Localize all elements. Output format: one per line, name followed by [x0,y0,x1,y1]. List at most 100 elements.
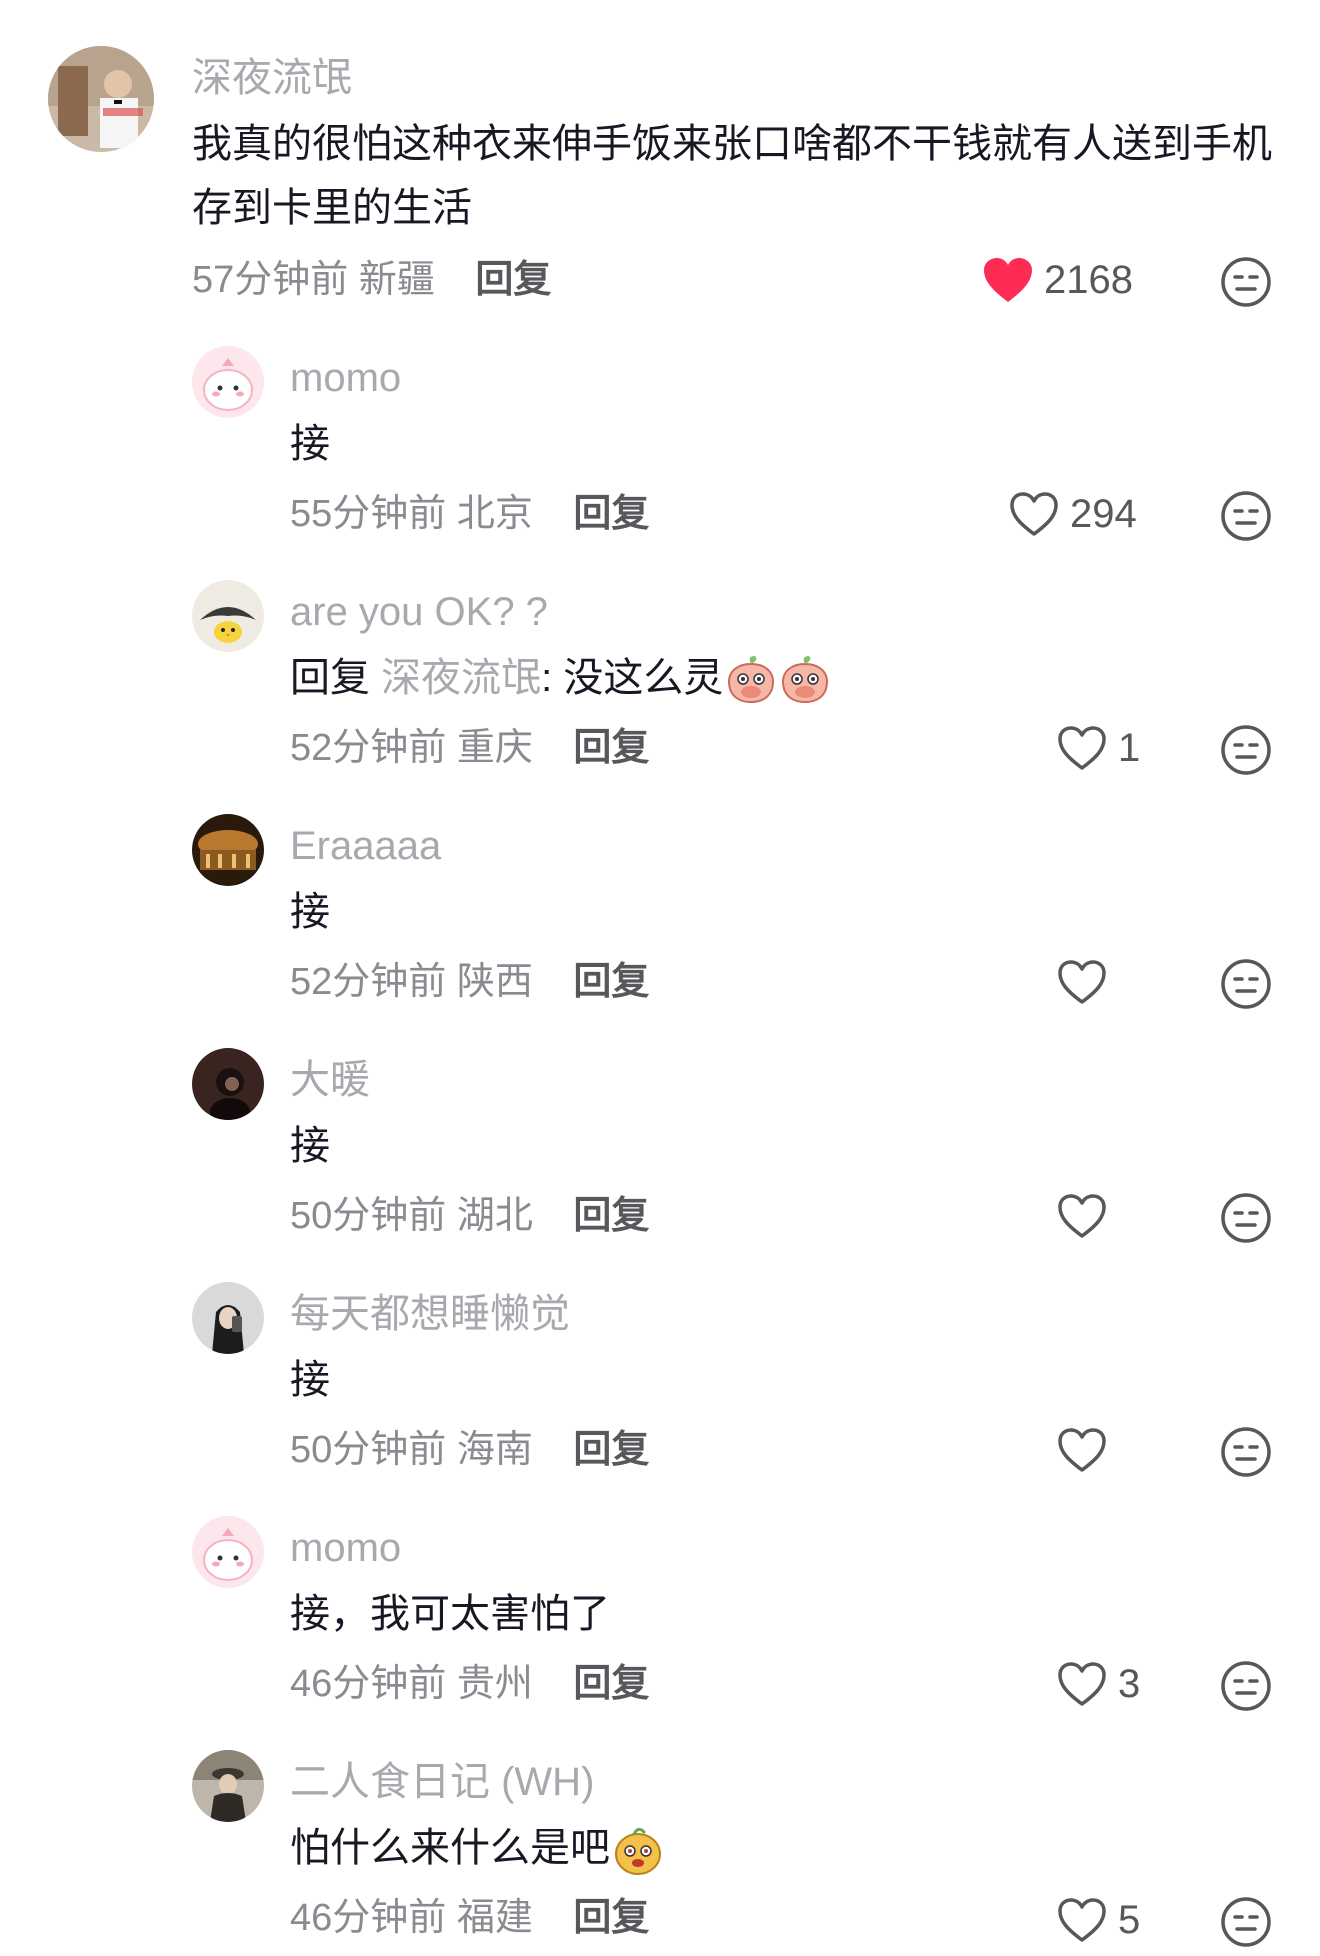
dislike-icon[interactable] [1220,1896,1272,1948]
like-count: 1 [1118,726,1141,770]
heart-outline-icon [1058,1428,1106,1472]
username[interactable]: 二人食日记 (WH) [290,1758,594,1806]
comment-location: 海南 [456,1429,533,1471]
heart-outline-icon [1058,960,1106,1004]
like-button[interactable]: 5 [1056,1896,1140,1944]
username[interactable]: momo [290,1524,401,1572]
avatar[interactable] [192,1516,264,1588]
comment-text: 接 [290,1124,330,1168]
comment-location: 福建 [456,1897,533,1939]
avatar[interactable] [192,1750,264,1822]
username[interactable]: 深夜流氓 [192,54,352,102]
comment-time: 46分钟前 [290,1897,447,1939]
reply-button[interactable]: 回复 [573,1195,649,1237]
username[interactable]: Eraaaaa [290,822,441,870]
reply-prefix: 回复 [290,656,370,700]
heart-outline-icon [1058,726,1106,770]
avatar[interactable] [192,1282,264,1354]
comment-time: 57分钟前 [192,259,349,301]
comment-item: momo 接 55分钟前 北京 回复 294 [0,320,1320,554]
comment-item: 每天都想睡懒觉 接 50分钟前 海南 回复 [0,1256,1320,1490]
comment-meta: 50分钟前 海南 回复 [290,1426,649,1474]
dislike-icon[interactable] [1220,1192,1272,1244]
dislike-icon[interactable] [1220,1426,1272,1478]
comment-text: 我真的很怕这种衣来伸手饭来张口啥都不干钱就有人送到手机存到卡里的生活 [192,122,1272,230]
comment-text: 回复 深夜流氓: 没这么灵 [290,646,831,710]
comment-location: 陕西 [456,961,533,1003]
heart-outline-icon [1058,1898,1106,1942]
peach-cover-mouth-emoji [728,656,775,704]
dislike-icon[interactable] [1220,490,1272,542]
comment-location: 北京 [456,493,533,535]
comment-location: 湖北 [456,1195,533,1237]
like-button[interactable]: 3 [1056,1660,1140,1708]
reply-button[interactable]: 回复 [573,493,649,535]
peach-cover-mouth-emoji [782,656,829,704]
comment-item: Eraaaaa 接 52分钟前 陕西 回复 [0,788,1320,1022]
reply-button[interactable]: 回复 [573,1663,649,1705]
comment-location: 重庆 [456,727,533,769]
like-button[interactable] [1056,1192,1118,1240]
dislike-icon[interactable] [1220,958,1272,1010]
dislike-icon[interactable] [1220,1660,1272,1712]
comment-time: 52分钟前 [290,961,447,1003]
heart-outline-icon [1058,1194,1106,1238]
comment-item: 大暖 接 50分钟前 湖北 回复 [0,1022,1320,1256]
comment-time: 52分钟前 [290,727,447,769]
heart-filled-icon [984,258,1032,302]
comment-location: 新疆 [358,259,435,301]
comment-meta: 52分钟前 重庆 回复 [290,724,649,772]
like-count: 294 [1070,492,1137,536]
comment-meta: 52分钟前 陕西 回复 [290,958,649,1006]
dislike-icon[interactable] [1220,724,1272,776]
comment-item: 深夜流氓 我真的很怕这种衣来伸手饭来张口啥都不干钱就有人送到手机存到卡里的生活 … [0,0,1320,320]
comment-time: 55分钟前 [290,493,447,535]
like-button[interactable] [1056,1426,1118,1474]
username[interactable]: momo [290,354,401,402]
reply-button[interactable]: 回复 [573,1429,649,1471]
comment-text-body: : 没这么灵 [541,656,724,700]
comment-item: are you OK? ? 回复 深夜流氓: 没这么灵 52分钟前 重庆 回复 [0,554,1320,788]
comment-location: 贵州 [456,1663,533,1705]
comment-text: 接，我可太害怕了 [290,1592,610,1636]
username[interactable]: are you OK? ? [290,588,548,636]
comment-text: 接 [290,422,330,466]
comment-time: 50分钟前 [290,1429,447,1471]
reply-target-username[interactable]: 深夜流氓 [381,656,541,700]
comment-time: 46分钟前 [290,1663,447,1705]
comment-meta: 46分钟前 福建 回复 [290,1894,649,1942]
reply-button[interactable]: 回复 [573,961,649,1003]
avatar[interactable] [192,580,264,652]
like-count: 5 [1118,1898,1141,1942]
comment-text: 接 [290,1358,330,1402]
reply-button[interactable]: 回复 [573,1897,649,1939]
avatar[interactable] [192,346,264,418]
dislike-icon[interactable] [1220,256,1272,308]
like-button[interactable] [1056,958,1118,1006]
comment-meta: 46分钟前 贵州 回复 [290,1660,649,1708]
like-count: 2168 [1044,258,1133,302]
like-button[interactable]: 2168 [982,256,1133,304]
comment-text: 接 [290,890,330,934]
username[interactable]: 每天都想睡懒觉 [290,1290,570,1338]
avatar[interactable] [192,1048,264,1120]
like-button[interactable]: 1 [1056,724,1140,772]
reply-button[interactable]: 回复 [573,727,649,769]
potato-face-emoji [615,1828,661,1876]
username[interactable]: 大暖 [290,1056,370,1104]
reply-button[interactable]: 回复 [475,259,551,301]
comment-time: 50分钟前 [290,1195,447,1237]
comment-item: 二人食日记 (WH) 怕什么来什么是吧 46分钟前 福建 回复 5 [0,1724,1320,1956]
comment-text: 怕什么来什么是吧 [290,1816,664,1880]
comment-meta: 50分钟前 湖北 回复 [290,1192,649,1240]
comment-item: momo 接，我可太害怕了 46分钟前 贵州 回复 3 [0,1490,1320,1724]
heart-outline-icon [1058,1662,1106,1706]
avatar[interactable] [48,46,154,152]
comment-meta: 57分钟前 新疆 回复 [192,256,551,304]
comment-text-body: 怕什么来什么是吧 [290,1826,610,1870]
like-count: 3 [1118,1662,1141,1706]
heart-outline-icon [1010,492,1058,536]
avatar[interactable] [192,814,264,886]
comment-meta: 55分钟前 北京 回复 [290,490,649,538]
like-button[interactable]: 294 [1008,490,1137,538]
